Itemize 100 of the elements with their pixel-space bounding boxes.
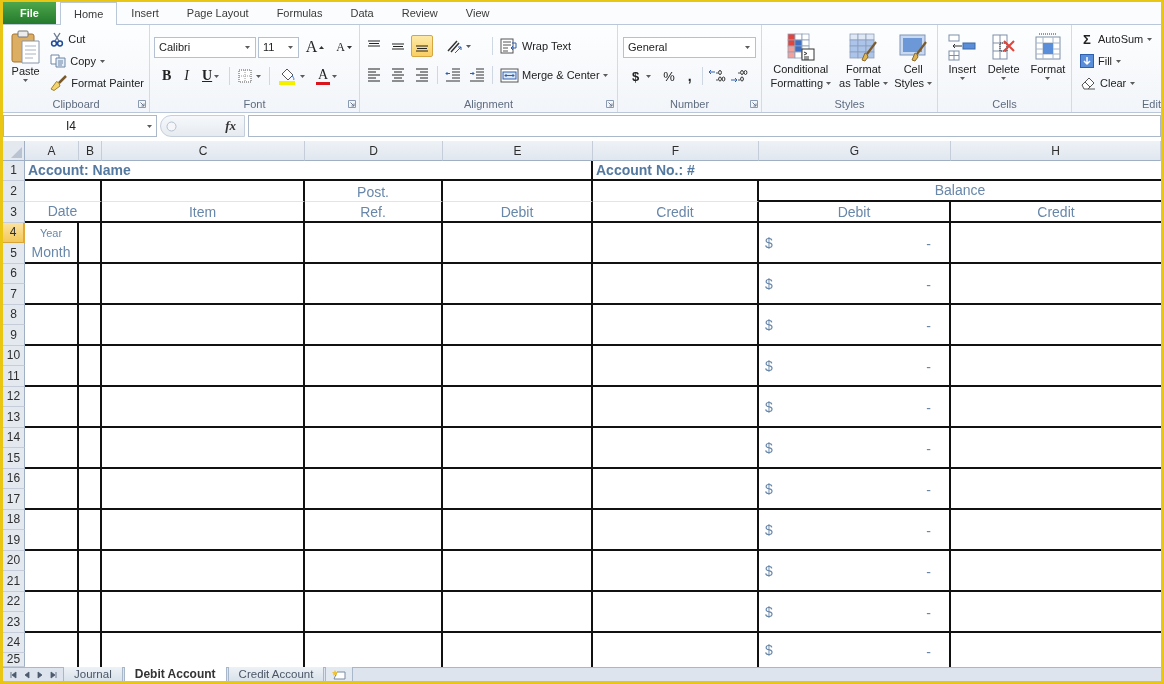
ribbon-tab[interactable]: Insert	[117, 2, 173, 24]
paste-button[interactable]: Paste	[8, 28, 44, 96]
row-header[interactable]: 6	[3, 264, 25, 284]
row-header[interactable]: 23	[3, 612, 25, 633]
row-header[interactable]: 11	[3, 366, 25, 387]
ribbon-tab[interactable]: View	[451, 2, 504, 24]
clear-button[interactable]: Clear	[1077, 72, 1156, 94]
column-header[interactable]: F	[593, 141, 759, 161]
font-color-button[interactable]: A	[311, 65, 343, 87]
row-header[interactable]: 21	[3, 571, 25, 592]
group-label: Number	[668, 97, 711, 111]
grow-font-button[interactable]: A	[300, 36, 330, 58]
fill-button[interactable]: Fill	[1077, 50, 1156, 72]
caret-icon	[646, 74, 652, 78]
caret-icon	[882, 82, 888, 85]
comma-button[interactable]: ,	[681, 65, 698, 87]
ribbon-tab[interactable]: Home	[60, 2, 118, 25]
dialog-launcher-icon[interactable]	[606, 100, 614, 108]
column-header[interactable]: B	[79, 141, 102, 161]
group-label: Styles	[833, 97, 866, 111]
row-header[interactable]: 12	[3, 387, 25, 407]
row-header[interactable]: 22	[3, 592, 25, 612]
dialog-launcher-icon[interactable]	[348, 100, 356, 108]
row-header[interactable]: 15	[3, 448, 25, 469]
format-cells-button[interactable]: Format	[1026, 30, 1069, 96]
dialog-launcher-icon[interactable]	[138, 100, 146, 108]
table-cell	[79, 223, 102, 264]
scroll-first-icon[interactable]	[9, 670, 18, 679]
insert-cells-button[interactable]: Insert	[944, 30, 981, 96]
row-header[interactable]: 13	[3, 407, 25, 428]
row-header[interactable]: 2	[3, 181, 25, 202]
caret-icon	[1116, 59, 1122, 63]
row-header[interactable]: 20	[3, 551, 25, 571]
file-tab[interactable]: File	[3, 2, 56, 24]
align-bottom-button[interactable]	[411, 35, 433, 57]
autosum-button[interactable]: Σ AutoSum	[1077, 28, 1156, 50]
insert-sheet-button[interactable]	[325, 667, 354, 681]
row-header[interactable]: 8	[3, 305, 25, 325]
italic-button[interactable]: I	[179, 65, 194, 87]
scroll-prev-icon[interactable]	[22, 670, 31, 679]
percent-button[interactable]: %	[658, 65, 680, 87]
table-cell	[79, 510, 102, 551]
merge-center-button[interactable]: Merge & Center	[497, 64, 611, 86]
formula-input[interactable]	[248, 115, 1161, 137]
conditional-styles-button[interactable]: Conditional Formatting	[766, 30, 836, 96]
name-box[interactable]: I4	[3, 115, 157, 137]
delete-cells-button[interactable]: Delete	[984, 30, 1023, 96]
scroll-next-icon[interactable]	[35, 670, 44, 679]
row-header[interactable]: 25	[3, 653, 25, 667]
row-header[interactable]: 17	[3, 489, 25, 510]
ribbon-tab[interactable]: Review	[387, 2, 452, 24]
paintbrush-icon	[50, 75, 68, 91]
bold-button[interactable]: B	[157, 65, 177, 87]
scroll-last-icon[interactable]	[48, 670, 57, 679]
dialog-launcher-icon[interactable]	[750, 100, 758, 108]
column-header[interactable]: C	[102, 141, 305, 161]
insert-function-button[interactable]: fx	[223, 118, 238, 134]
row-header[interactable]: 1	[3, 161, 25, 181]
column-header[interactable]: E	[443, 141, 593, 161]
column-header[interactable]: H	[951, 141, 1161, 161]
number-format-dropdown[interactable]: General	[623, 36, 756, 58]
row-header[interactable]: 14	[3, 428, 25, 448]
row-header[interactable]: 7	[3, 284, 25, 305]
row-header[interactable]: 18	[3, 510, 25, 530]
row-header[interactable]: 4	[3, 223, 25, 243]
underline-button[interactable]: U	[197, 65, 225, 87]
sheet-tab[interactable]: Journal	[63, 667, 123, 681]
caret-icon	[147, 124, 152, 128]
column-header[interactable]: D	[305, 141, 443, 161]
row-header[interactable]: 19	[3, 530, 25, 551]
shrink-font-button[interactable]: A	[331, 36, 357, 58]
sheet-tab[interactable]: Debit Account	[123, 667, 227, 681]
cell-styles-button[interactable]: Cell Styles	[891, 30, 935, 96]
copy-button[interactable]: Copy	[47, 50, 147, 72]
column-header[interactable]: G	[759, 141, 951, 161]
table-styles-button[interactable]: Format as Table	[837, 30, 890, 96]
row-header[interactable]: 3	[3, 202, 25, 223]
group-label: Cells	[991, 97, 1018, 111]
row-header[interactable]: 10	[3, 346, 25, 366]
wrap-text-button[interactable]: Wrap Text	[497, 35, 575, 57]
currency-button[interactable]: $	[627, 65, 657, 87]
row-header[interactable]: 9	[3, 325, 25, 346]
table-cell	[79, 592, 102, 633]
ribbon-tab[interactable]: Formulas	[262, 2, 337, 24]
insert-cells-icon	[947, 32, 978, 62]
table-cell	[25, 305, 79, 346]
row-header[interactable]: 16	[3, 469, 25, 489]
font-size-dropdown[interactable]: 11	[258, 36, 299, 58]
date-cell: Month	[25, 243, 79, 264]
sheet-tab[interactable]: Credit Account	[227, 667, 325, 681]
font-name-dropdown[interactable]: Calibri	[154, 36, 257, 58]
cut-button[interactable]: Cut	[47, 28, 147, 50]
row-header[interactable]: 24	[3, 633, 25, 653]
fill-bucket-icon	[278, 67, 297, 85]
row-header[interactable]: 5	[3, 243, 25, 264]
format-painter-button[interactable]: Format Painter	[47, 72, 147, 94]
ribbon-tab[interactable]: Data	[336, 2, 388, 24]
ribbon-tab[interactable]: Page Layout	[172, 2, 263, 24]
table-cell	[79, 346, 102, 387]
column-header[interactable]: A	[25, 141, 79, 161]
